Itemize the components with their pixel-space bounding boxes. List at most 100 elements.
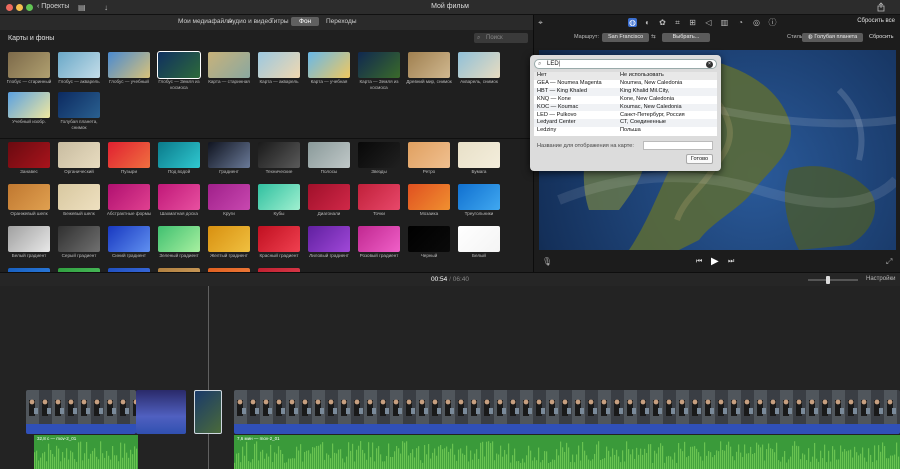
background-thumbnail[interactable] bbox=[358, 184, 400, 210]
thumbnail-label: Глобус — акварель bbox=[58, 79, 100, 84]
background-thumbnail[interactable] bbox=[258, 142, 300, 168]
clear-search-icon[interactable]: × bbox=[706, 61, 713, 68]
color-balance-icon[interactable]: ◐ bbox=[643, 18, 652, 27]
route-from-button[interactable]: San Francisco bbox=[602, 33, 650, 42]
background-thumbnail[interactable] bbox=[8, 226, 50, 252]
skip-back-icon[interactable]: ⏮ bbox=[696, 258, 702, 266]
background-thumbnail[interactable] bbox=[208, 226, 250, 252]
playhead[interactable] bbox=[208, 286, 209, 469]
share-icon[interactable] bbox=[876, 2, 886, 12]
background-thumbnail[interactable] bbox=[158, 184, 200, 210]
style-popup[interactable]: ◍ Голубая планета bbox=[802, 33, 864, 42]
background-thumbnail[interactable] bbox=[308, 142, 350, 168]
speed-icon[interactable]: ◔ bbox=[736, 18, 745, 27]
location-code: Ledyard Center bbox=[537, 119, 576, 126]
location-row[interactable]: KNQ — Kone Kone, New Caledonia bbox=[534, 96, 717, 104]
background-thumbnail[interactable] bbox=[408, 226, 450, 252]
tab-my-media[interactable]: Мои медиафайлы bbox=[178, 18, 233, 25]
background-thumbnail[interactable] bbox=[108, 226, 150, 252]
background-thumbnail[interactable] bbox=[358, 142, 400, 168]
location-search-field[interactable]: ⌕ LED| × bbox=[534, 59, 717, 69]
background-thumbnail[interactable] bbox=[408, 184, 450, 210]
background-thumbnail[interactable] bbox=[358, 226, 400, 252]
reset-all-button[interactable]: Сбросить все bbox=[857, 18, 895, 24]
background-thumbnail[interactable] bbox=[158, 142, 200, 168]
background-thumbnail[interactable] bbox=[458, 184, 500, 210]
map-clip[interactable] bbox=[194, 390, 222, 434]
background-thumbnail[interactable] bbox=[208, 142, 250, 168]
map-thumbnail[interactable] bbox=[8, 92, 50, 118]
location-row[interactable]: Нет Не использовать bbox=[534, 72, 717, 80]
background-thumbnail[interactable] bbox=[8, 142, 50, 168]
video-clip[interactable] bbox=[26, 390, 136, 434]
background-thumbnail[interactable] bbox=[158, 226, 200, 252]
location-row[interactable]: GEA — Noumea Magenta Noumea, New Caledoni… bbox=[534, 80, 717, 88]
background-thumbnail[interactable] bbox=[408, 142, 450, 168]
microphone-icon[interactable]: 🎙︎ bbox=[542, 257, 552, 266]
map-thumbnail[interactable] bbox=[58, 52, 100, 78]
stabilization-icon[interactable]: ⊞ bbox=[688, 18, 697, 27]
clip-filter-icon[interactable]: ◎ bbox=[752, 18, 761, 27]
audio-clip[interactable]: 7,6 мин — mov-2_01 bbox=[234, 435, 900, 469]
timeline-zoom-slider[interactable] bbox=[808, 279, 858, 281]
map-thumbnail[interactable] bbox=[157, 51, 201, 79]
map-thumbnail[interactable] bbox=[358, 52, 400, 78]
magic-wand-icon[interactable]: ⌖ bbox=[536, 18, 545, 27]
fullscreen-icon[interactable]: ⤢ bbox=[886, 257, 892, 267]
location-row[interactable]: LED — Pulkovo Санкт-Петербург, Россия bbox=[534, 112, 717, 120]
color-correction-icon[interactable]: ✿ bbox=[658, 18, 667, 27]
video-clip[interactable] bbox=[234, 390, 900, 434]
thumbnail-label: Синий градиент bbox=[111, 253, 147, 258]
audio-clip[interactable]: 32,8 с — mov-2_01 bbox=[34, 435, 138, 469]
browser-search-input[interactable]: ⌕ Поиск bbox=[474, 33, 528, 43]
map-thumbnail[interactable] bbox=[308, 52, 350, 78]
tab-audio-video[interactable]: Аудио и видео bbox=[228, 18, 272, 25]
tab-transitions[interactable]: Переходы bbox=[326, 18, 357, 25]
crop-icon[interactable]: ⌗ bbox=[673, 18, 682, 27]
globe-icon[interactable]: ◍ bbox=[628, 18, 637, 27]
map-thumbnail[interactable] bbox=[408, 52, 450, 78]
display-name-input[interactable] bbox=[643, 141, 713, 150]
reset-button[interactable]: Сбросить bbox=[869, 34, 893, 40]
background-thumbnail[interactable] bbox=[108, 142, 150, 168]
location-row[interactable]: HBT — King Khaled King Khalid Mil.City, bbox=[534, 87, 717, 96]
map-thumbnail[interactable] bbox=[108, 52, 150, 78]
audio-waveform bbox=[234, 441, 900, 469]
background-thumbnail[interactable] bbox=[458, 142, 500, 168]
thumbnail-label: Оранжевый шелк bbox=[10, 211, 48, 216]
location-row[interactable]: Ledyard Center CT, Соединенные bbox=[534, 119, 717, 128]
tab-backgrounds[interactable]: Фон bbox=[291, 17, 320, 26]
background-thumbnail[interactable] bbox=[308, 184, 350, 210]
location-row[interactable]: KOC — Koumac Koumac, New Caledonia bbox=[534, 103, 717, 112]
background-thumbnail[interactable] bbox=[258, 184, 300, 210]
background-thumbnail[interactable] bbox=[58, 184, 100, 210]
video-clip[interactable] bbox=[136, 390, 186, 434]
map-thumbnail[interactable] bbox=[8, 52, 50, 78]
route-to-button[interactable]: Выбрать... bbox=[662, 33, 710, 42]
location-row[interactable]: Ledziny Польша bbox=[534, 127, 717, 135]
background-thumbnail[interactable] bbox=[58, 142, 100, 168]
background-thumbnail[interactable] bbox=[208, 184, 250, 210]
noise-reduction-icon[interactable]: ▥ bbox=[720, 18, 729, 27]
play-icon[interactable]: ▶ bbox=[711, 256, 719, 267]
background-thumbnail[interactable] bbox=[308, 226, 350, 252]
thumbnail-label: Древний мир, снимок bbox=[406, 79, 452, 84]
map-thumbnail[interactable] bbox=[58, 92, 100, 118]
map-thumbnail[interactable] bbox=[208, 52, 250, 78]
background-thumbnail[interactable] bbox=[458, 226, 500, 252]
background-thumbnail[interactable] bbox=[58, 226, 100, 252]
volume-icon[interactable]: ◁ bbox=[704, 18, 713, 27]
map-thumbnail[interactable] bbox=[258, 52, 300, 78]
map-thumbnail[interactable] bbox=[458, 52, 500, 78]
time-separator: / bbox=[449, 276, 451, 283]
background-thumbnail[interactable] bbox=[108, 184, 150, 210]
background-thumbnail[interactable] bbox=[8, 184, 50, 210]
tab-titles[interactable]: Титры bbox=[270, 18, 289, 25]
swap-icon[interactable]: ⇆ bbox=[651, 34, 656, 40]
skip-forward-icon[interactable]: ⏭ bbox=[728, 258, 734, 266]
info-icon[interactable]: ⓘ bbox=[768, 18, 777, 27]
timeline-zoom-knob[interactable] bbox=[826, 276, 830, 284]
done-button[interactable]: Готово bbox=[686, 154, 713, 164]
background-thumbnail[interactable] bbox=[258, 226, 300, 252]
timeline-settings-button[interactable]: Настройки bbox=[866, 276, 895, 282]
